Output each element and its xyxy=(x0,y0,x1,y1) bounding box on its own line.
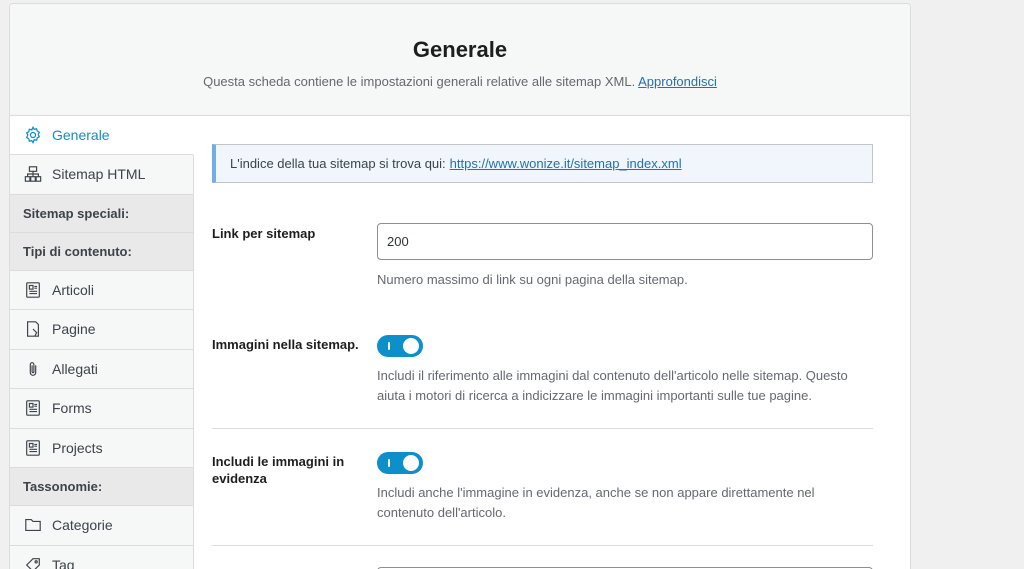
sidebar-item-forms[interactable]: Forms xyxy=(10,389,194,429)
paperclip-icon xyxy=(23,359,43,379)
featured-images-label: Includi le immagini in evidenza xyxy=(212,454,345,486)
page-icon xyxy=(23,319,43,339)
toggle-knob xyxy=(403,455,419,471)
sidebar-item-label: Articoli xyxy=(52,281,95,298)
sidebar-item-allegati[interactable]: Allegati xyxy=(10,349,194,389)
featured-images-description: Includi anche l'immagine in evidenza, an… xyxy=(377,485,815,520)
document-icon xyxy=(23,398,43,418)
sitemap-index-notice: L'indice della tua sitemap si trova qui:… xyxy=(212,144,873,183)
field-featured-images: Includi le immagini in evidenza Includi … xyxy=(212,452,873,546)
page-title: Generale xyxy=(412,37,508,62)
sidebar-item-label: Pagine xyxy=(52,321,96,338)
sidebar-item-label: Forms xyxy=(52,400,92,417)
sidebar-item-pagine[interactable]: Pagine xyxy=(10,310,194,350)
page-header: Generale Questa scheda contiene le impos… xyxy=(10,4,910,116)
settings-content: L'indice della tua sitemap si trova qui:… xyxy=(212,144,873,569)
images-in-sitemap-description: Includi il riferimento alle immagini dal… xyxy=(377,368,848,403)
toggle-knob xyxy=(403,338,419,354)
page-subtitle-text: Questa scheda contiene le impostazioni g… xyxy=(203,74,636,89)
document-icon xyxy=(23,280,43,300)
images-in-sitemap-toggle[interactable] xyxy=(377,335,423,357)
toggle-on-indicator xyxy=(388,342,390,350)
sidebar-item-articoli[interactable]: Articoli xyxy=(10,270,194,310)
sidebar-item-label: Projects xyxy=(52,439,103,456)
field-images-in-sitemap: Immagini nella sitemap. Includi il rifer… xyxy=(212,335,873,429)
sidebar-item-projects[interactable]: Projects xyxy=(10,428,194,468)
sitemap-icon xyxy=(23,164,43,184)
folder-icon xyxy=(23,515,43,535)
links-per-sitemap-input[interactable]: 200 xyxy=(377,223,873,260)
sidebar-item-label: Categorie xyxy=(52,517,113,534)
document-icon xyxy=(23,438,43,458)
notice-text: L'indice della tua sitemap si trova qui: xyxy=(230,156,446,171)
sidebar-item-categorie[interactable]: Categorie xyxy=(10,506,194,546)
sidebar-item-label: Allegati xyxy=(52,360,98,377)
sidebar-nav: Generale Sitemap HTML Sitemap speciali: … xyxy=(10,116,194,569)
sidebar-section-special: Sitemap speciali: xyxy=(10,194,194,233)
sidebar-section-content-types: Tipi di contenuto: xyxy=(10,232,194,271)
tag-icon xyxy=(23,555,43,569)
sidebar-item-label: Tag xyxy=(52,556,75,569)
sidebar-item-sitemap-html[interactable]: Sitemap HTML xyxy=(10,155,194,195)
sidebar-section-taxonomies: Tassonomie: xyxy=(10,468,194,506)
learn-more-link[interactable]: Approfondisci xyxy=(638,74,717,89)
links-per-sitemap-description: Numero massimo di link su ogni pagina de… xyxy=(377,272,688,287)
sidebar-item-generale[interactable]: Generale xyxy=(10,116,194,155)
sidebar-item-label: Generale xyxy=(52,127,110,143)
sidebar-item-label: Sitemap HTML xyxy=(52,166,146,183)
gear-icon xyxy=(23,125,43,145)
featured-images-toggle[interactable] xyxy=(377,452,423,474)
images-in-sitemap-label: Immagini nella sitemap. xyxy=(212,337,359,352)
links-per-sitemap-label: Link per sitemap xyxy=(212,226,316,241)
sidebar-item-tag[interactable]: Tag xyxy=(10,545,194,569)
page-subtitle: Questa scheda contiene le impostazioni g… xyxy=(10,74,910,89)
toggle-on-indicator xyxy=(388,459,390,467)
sitemap-index-link[interactable]: https://www.wonize.it/sitemap_index.xml xyxy=(450,156,682,171)
